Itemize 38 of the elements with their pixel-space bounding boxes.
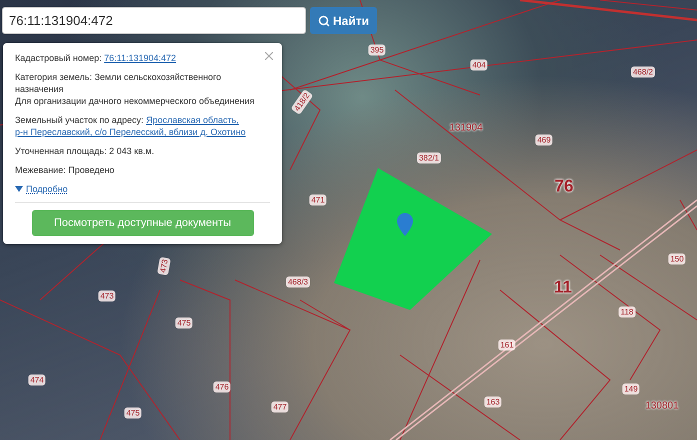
- land-plot-polygon[interactable]: [334, 168, 492, 310]
- search-button[interactable]: Найти: [310, 7, 377, 34]
- search-field[interactable]: 76:11:131904:472: [2, 7, 306, 34]
- parcel-number: 474: [28, 374, 46, 386]
- parcel-number: 382/1: [416, 152, 442, 164]
- parcel-number: 395: [368, 44, 386, 56]
- parcel-number: 161: [498, 340, 516, 350]
- parcel-number: 468/3: [286, 276, 310, 288]
- parcel-number: 471: [309, 194, 327, 206]
- details-link[interactable]: Подробно: [15, 183, 270, 195]
- info-line: Категория земель: Земли сельскохозяйственного назначения: [15, 71, 222, 95]
- parcel-number: 477: [271, 402, 289, 412]
- parcel-number: 475: [124, 408, 142, 418]
- district-number: 76: [554, 180, 574, 192]
- block-number: 131904: [448, 122, 484, 134]
- block-number: 130801: [644, 400, 680, 412]
- info-link[interactable]: р-н Переславский, с/о Перелесский, вблизи д. Охотино: [15, 127, 246, 137]
- location-pin-icon: [397, 213, 413, 236]
- info-note: Для организации дачного некоммерческого объединения: [15, 95, 256, 107]
- parcel-number: 473: [98, 290, 116, 302]
- parcel-number: 469: [535, 134, 553, 146]
- parcel-number: 149: [622, 384, 640, 394]
- parcel-number: 404: [470, 60, 488, 70]
- parcel-number: 475: [175, 318, 193, 328]
- close-icon[interactable]: [262, 49, 276, 63]
- triangle-icon: [15, 186, 23, 192]
- info-line: Земельный участок по адресу: Ярославская область, р-н Переславский, с/о Перелесский, вблизи д. Охотино: [15, 114, 247, 138]
- parcel-number: 468/2: [630, 66, 656, 78]
- district-number: 11: [553, 282, 573, 292]
- parcel-number: 150: [668, 254, 686, 264]
- info-link[interactable]: 76:11:131904:472: [104, 53, 176, 63]
- info-link[interactable]: Ярославская область,: [146, 115, 239, 125]
- parcel-number: 118: [618, 306, 636, 318]
- parcel-number: 163: [484, 396, 502, 408]
- parcel-number: 476: [213, 382, 231, 392]
- info-line: Уточненная площадь: 2 043 кв.м.: [15, 145, 156, 157]
- search-icon: [318, 14, 330, 26]
- info-line: Межевание: Проведено: [15, 164, 116, 176]
